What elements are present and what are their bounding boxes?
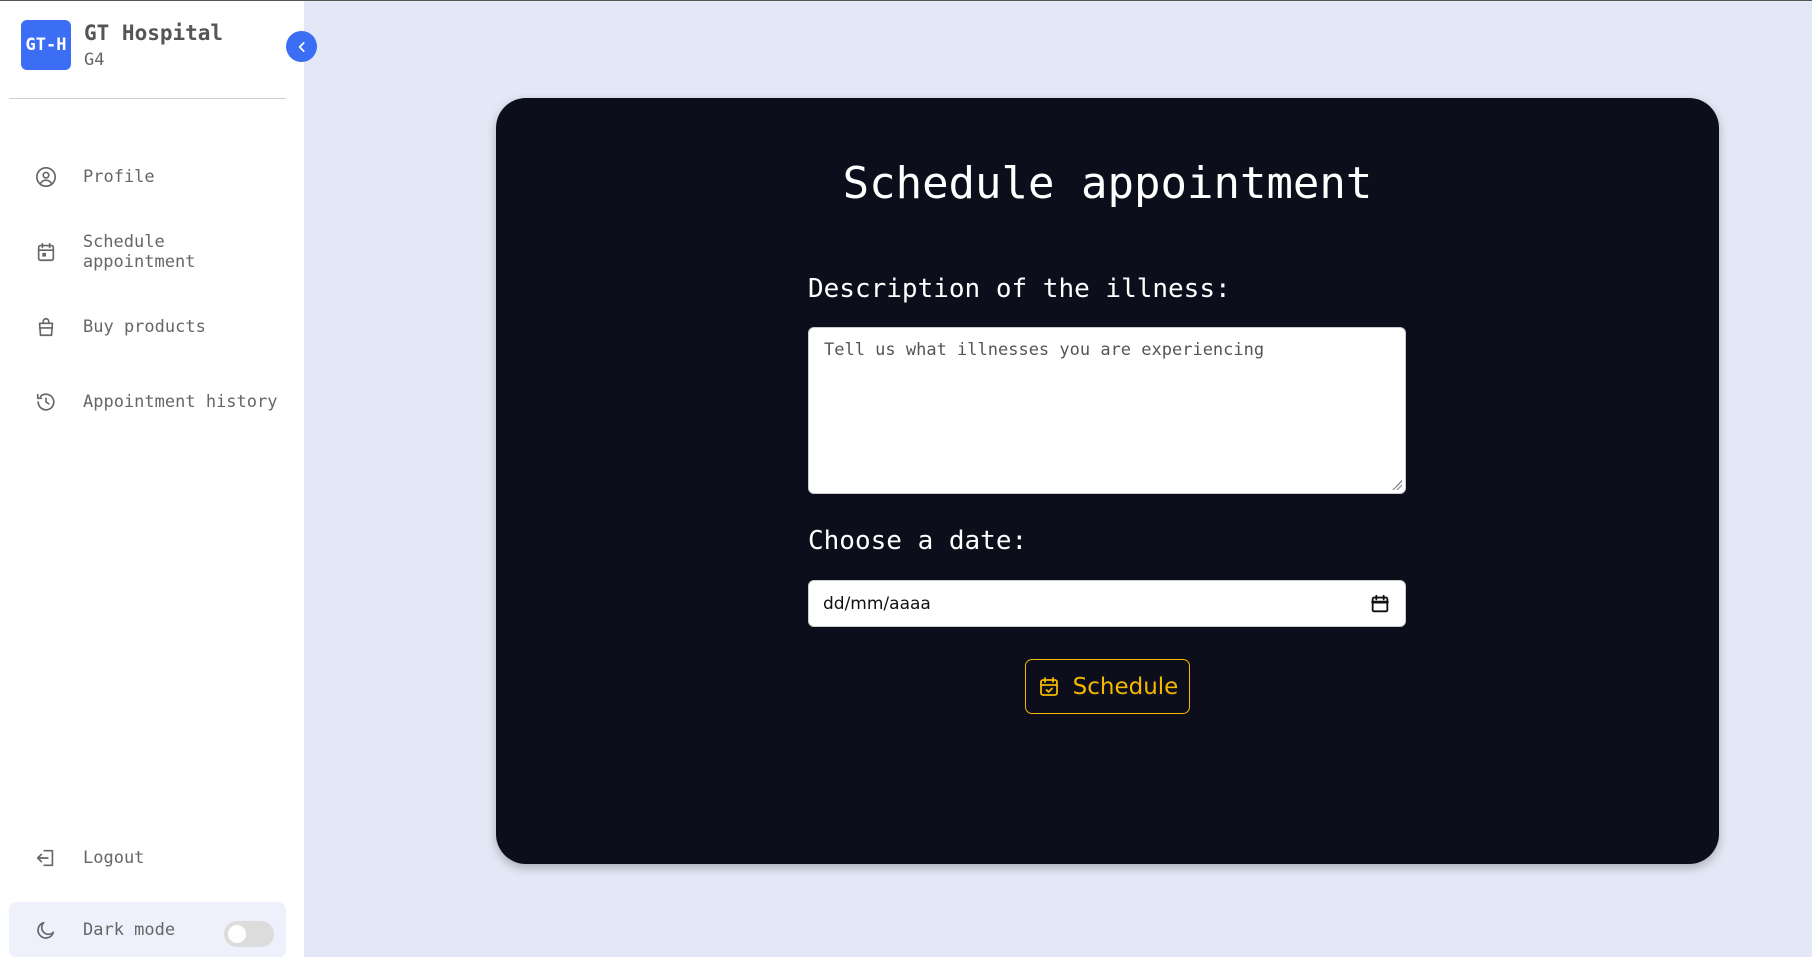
sidebar-collapse-button[interactable] xyxy=(286,31,317,62)
logout-icon xyxy=(34,846,58,870)
sidebar-item-buy-products[interactable]: Buy products xyxy=(9,299,286,355)
logout-label: Logout xyxy=(83,848,145,868)
description-placeholder: Tell us what illnesses you are experienc… xyxy=(824,340,1265,360)
date-input[interactable]: dd/mm/aaaa xyxy=(808,580,1406,627)
moon-icon xyxy=(34,918,58,942)
sidebar-item-label: Profile xyxy=(83,167,155,187)
sidebar-nav: Profile Schedule appointment Buy product… xyxy=(9,149,286,449)
calendar-check-icon xyxy=(1037,675,1061,699)
sidebar-item-label: Appointment history xyxy=(83,392,278,412)
brand: GT-H GT Hospital G4 xyxy=(21,20,223,70)
dark-mode-toggle[interactable] xyxy=(224,921,274,947)
resize-handle[interactable] xyxy=(1392,480,1402,490)
sidebar-item-appointment-history[interactable]: Appointment history xyxy=(9,374,286,430)
brand-subtitle: G4 xyxy=(84,50,105,70)
description-textarea[interactable]: Tell us what illnesses you are experienc… xyxy=(808,327,1406,494)
brand-logo: GT-H xyxy=(21,20,71,70)
sidebar: GT-H GT Hospital G4 Profile Schedule app… xyxy=(0,1,304,957)
toggle-knob xyxy=(228,925,246,943)
logout-button[interactable]: Logout xyxy=(9,830,286,886)
description-label: Description of the illness: xyxy=(808,274,1231,304)
calendar-icon xyxy=(34,240,58,264)
brand-divider xyxy=(9,98,286,99)
shopping-bag-icon xyxy=(34,315,58,339)
calendar-picker-icon[interactable] xyxy=(1369,593,1391,615)
sidebar-item-label: Buy products xyxy=(83,317,206,337)
dark-mode-label: Dark mode xyxy=(83,920,176,940)
history-icon xyxy=(34,390,58,414)
chevron-left-icon xyxy=(295,40,309,54)
sidebar-item-profile[interactable]: Profile xyxy=(9,149,286,205)
schedule-button[interactable]: Schedule xyxy=(1025,659,1190,714)
sidebar-item-label: Schedule appointment xyxy=(82,232,196,272)
schedule-button-label: Schedule xyxy=(1072,673,1179,700)
date-placeholder: dd/mm/aaaa xyxy=(823,593,931,614)
brand-text: GT Hospital G4 xyxy=(84,20,223,70)
dark-mode-row: Dark mode xyxy=(9,902,286,957)
brand-name: GT Hospital xyxy=(84,21,224,45)
date-label: Choose a date: xyxy=(808,526,1028,556)
user-circle-icon xyxy=(34,165,58,189)
sidebar-item-schedule-appointment[interactable]: Schedule appointment xyxy=(9,224,286,280)
schedule-card: Schedule appointment Description of the … xyxy=(496,98,1719,864)
page-title: Schedule appointment xyxy=(842,158,1373,209)
